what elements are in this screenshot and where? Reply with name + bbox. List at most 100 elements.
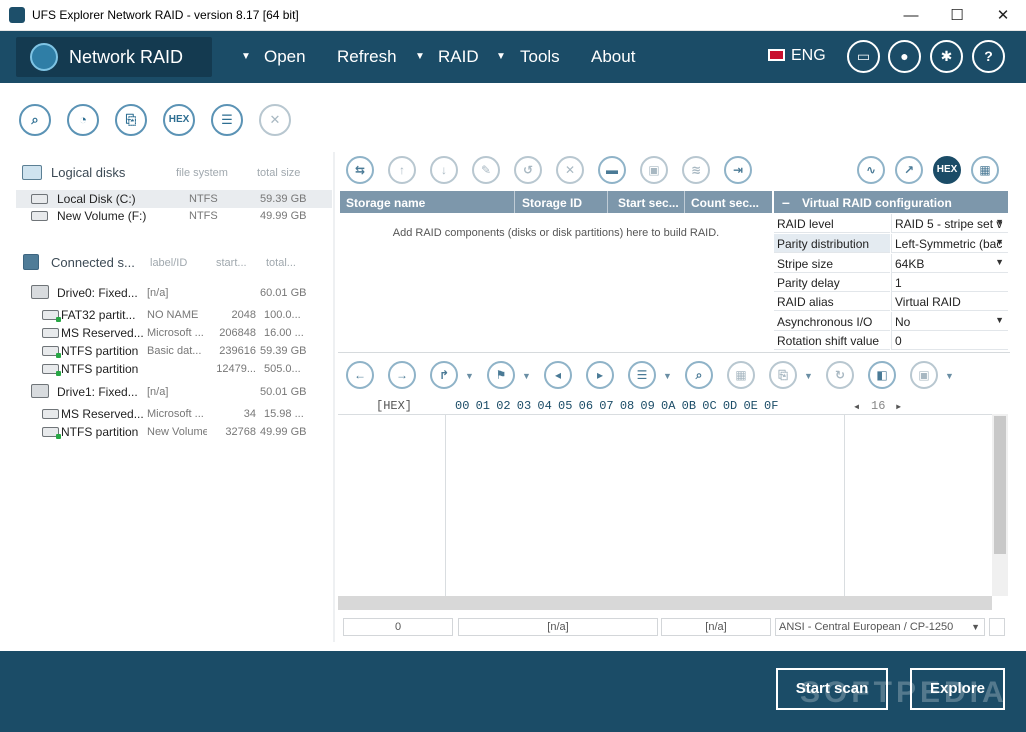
forward-arrow-icon[interactable]: → [388, 361, 416, 389]
open-dropdown-arrow[interactable]: ▼ [241, 51, 251, 62]
partition-label: NO NAME [147, 309, 199, 321]
table-row[interactable]: NTFS partition New Volume 32768 49.99 GB [16, 423, 332, 441]
chevron-down-icon[interactable]: ▼ [995, 217, 1004, 227]
scrollbar-thumb[interactable] [994, 416, 1006, 554]
save-data-icon[interactable]: ▣ [910, 361, 938, 389]
col-start-sector[interactable]: Start sec... [618, 196, 679, 210]
copy-icon[interactable]: ⎘ [769, 361, 797, 389]
add-component-icon[interactable]: ⇆ [346, 156, 374, 184]
tools-dropdown-arrow[interactable]: ▼ [496, 51, 506, 62]
chart-icon[interactable]: ↗ [895, 156, 923, 184]
partition-analysis-icon[interactable]: ◔ [67, 104, 99, 136]
col-storage-id[interactable]: Storage ID [522, 196, 582, 210]
user-account-icon[interactable]: ● [888, 40, 921, 73]
edit-icon[interactable]: ✎ [472, 156, 500, 184]
prop-rotation-value[interactable]: 0 [891, 331, 1008, 350]
col-count-sector[interactable]: Count sec... [691, 196, 759, 210]
drive1-row[interactable]: Drive1: Fixed... [n/a] 50.01 GB [16, 383, 332, 401]
save-icon[interactable]: ▣ [640, 156, 668, 184]
start-scan-button[interactable]: Start scan [776, 668, 888, 710]
jump-to-icon[interactable]: ↱ [430, 361, 458, 389]
help-icon[interactable]: ? [972, 40, 1005, 73]
open-folder-icon[interactable]: ▬ [598, 156, 626, 184]
menu-raid[interactable]: RAID [438, 47, 479, 67]
prop-parity-delay-value[interactable]: 1 [891, 273, 1008, 292]
width-increase-icon[interactable]: ▸ [895, 399, 902, 414]
table-row[interactable]: NTFS partition 12479... 505.0... [16, 360, 332, 378]
raid-config-header[interactable]: – Virtual RAID configuration [774, 191, 1008, 213]
chevron-down-icon[interactable]: ▼ [995, 315, 1004, 325]
drive-total: 60.01 GB [260, 287, 307, 299]
hex-mode-icon[interactable]: HEX [933, 156, 961, 184]
encoding-select[interactable]: ANSI - Central European / CP-1250 ▼ [775, 618, 985, 636]
format-list-icon[interactable]: ☰ [628, 361, 656, 389]
prop-raid-level-value[interactable]: RAID 5 - stripe set v ▼ [891, 214, 1008, 233]
partition-start: 2048 [231, 309, 256, 321]
list-item[interactable]: Local Disk (C:) NTFS 59.39 GB [16, 190, 332, 208]
raid-dropdown-arrow[interactable]: ▼ [415, 51, 425, 62]
refresh-icon[interactable]: ↻ [826, 361, 854, 389]
prop-async-value[interactable]: No ▼ [891, 312, 1008, 331]
registration-card-icon[interactable]: ▭ [847, 40, 880, 73]
select-block-icon[interactable]: ▦ [727, 361, 755, 389]
table-row[interactable]: NTFS partition Basic dat... 239616 59.39… [16, 342, 332, 360]
build-raid-icon[interactable]: ⇥ [724, 156, 752, 184]
disk-size: 59.39 GB [260, 193, 307, 205]
prop-stripe-value[interactable]: 64KB ▼ [891, 254, 1008, 273]
partition-name: MS Reserved... [61, 326, 144, 340]
server-icon [23, 254, 39, 270]
search-disk-icon[interactable]: ⌕ [19, 104, 51, 136]
bookmark-icon[interactable]: ⚑ [487, 361, 515, 389]
explore-button[interactable]: Explore [910, 668, 1005, 710]
menu-open[interactable]: Open [264, 47, 306, 67]
disk-imaging-icon[interactable]: ⎘ [115, 104, 147, 136]
close-button[interactable]: ✕ [980, 2, 1026, 30]
storage-grid-header: Storage name Storage ID Start sec... Cou… [340, 191, 772, 213]
map-view-icon[interactable]: ▦ [971, 156, 999, 184]
hex-viewer[interactable]: [HEX] 00 01 02 03 04 05 06 07 08 09 0A 0… [338, 396, 1008, 610]
chevron-down-icon[interactable]: ▼ [663, 371, 672, 381]
close-storage-icon[interactable]: ✕ [259, 104, 291, 136]
drive0-row[interactable]: Drive0: Fixed... [n/a] 60.01 GB [16, 284, 332, 302]
chevron-down-icon[interactable]: ▼ [995, 237, 1004, 247]
vertical-scrollbar[interactable] [992, 414, 1008, 596]
undo-icon[interactable]: ↺ [514, 156, 542, 184]
table-row[interactable]: MS Reserved... Microsoft ... 206848 16.0… [16, 324, 332, 342]
language-selector[interactable]: ENG [768, 47, 826, 65]
hex-viewer-icon[interactable]: HEX [163, 104, 195, 136]
prop-alias-value[interactable]: Virtual RAID [891, 292, 1008, 311]
maximize-button[interactable]: ☐ [934, 2, 980, 30]
col-storage-name[interactable]: Storage name [346, 196, 425, 210]
chevron-down-icon[interactable]: ▼ [945, 371, 954, 381]
pane-splitter[interactable] [333, 152, 335, 642]
move-up-icon[interactable]: ↑ [388, 156, 416, 184]
next-bookmark-icon[interactable]: ▸ [586, 361, 614, 389]
menu-about[interactable]: About [591, 47, 635, 67]
chevron-down-icon[interactable]: ▼ [522, 371, 531, 381]
chevron-down-icon[interactable]: ▼ [971, 619, 980, 635]
collapse-icon[interactable]: – [782, 194, 790, 210]
table-row[interactable]: MS Reserved... Microsoft ... 34 15.98 ..… [16, 405, 332, 423]
table-row[interactable]: FAT32 partit... NO NAME 2048 100.0... [16, 306, 332, 324]
menu-tools[interactable]: Tools [520, 47, 560, 67]
prop-parity-value[interactable]: Left-Symmetric (bac ▼ [891, 234, 1008, 253]
remove-icon[interactable]: ✕ [556, 156, 584, 184]
menu-refresh[interactable]: Refresh [337, 47, 397, 67]
width-decrease-icon[interactable]: ◂ [853, 399, 860, 414]
list-view-icon[interactable]: ☰ [211, 104, 243, 136]
layers-icon[interactable]: ≋ [682, 156, 710, 184]
split-view-icon[interactable]: ◧ [868, 361, 896, 389]
pane-splitter-h[interactable] [338, 352, 1010, 353]
chevron-down-icon[interactable]: ▼ [995, 257, 1004, 267]
prev-bookmark-icon[interactable]: ◂ [544, 361, 572, 389]
chevron-down-icon[interactable]: ▼ [804, 371, 813, 381]
horizontal-scrollbar[interactable] [338, 596, 992, 610]
move-down-icon[interactable]: ↓ [430, 156, 458, 184]
chevron-down-icon[interactable]: ▼ [465, 371, 474, 381]
find-icon[interactable]: ⌕ [685, 361, 713, 389]
waveform-icon[interactable]: ∿ [857, 156, 885, 184]
minimize-button[interactable]: — [888, 2, 934, 30]
back-arrow-icon[interactable]: ← [346, 361, 374, 389]
list-item[interactable]: New Volume (F:) NTFS 49.99 GB [16, 207, 332, 225]
settings-gear-icon[interactable]: ✱ [930, 40, 963, 73]
